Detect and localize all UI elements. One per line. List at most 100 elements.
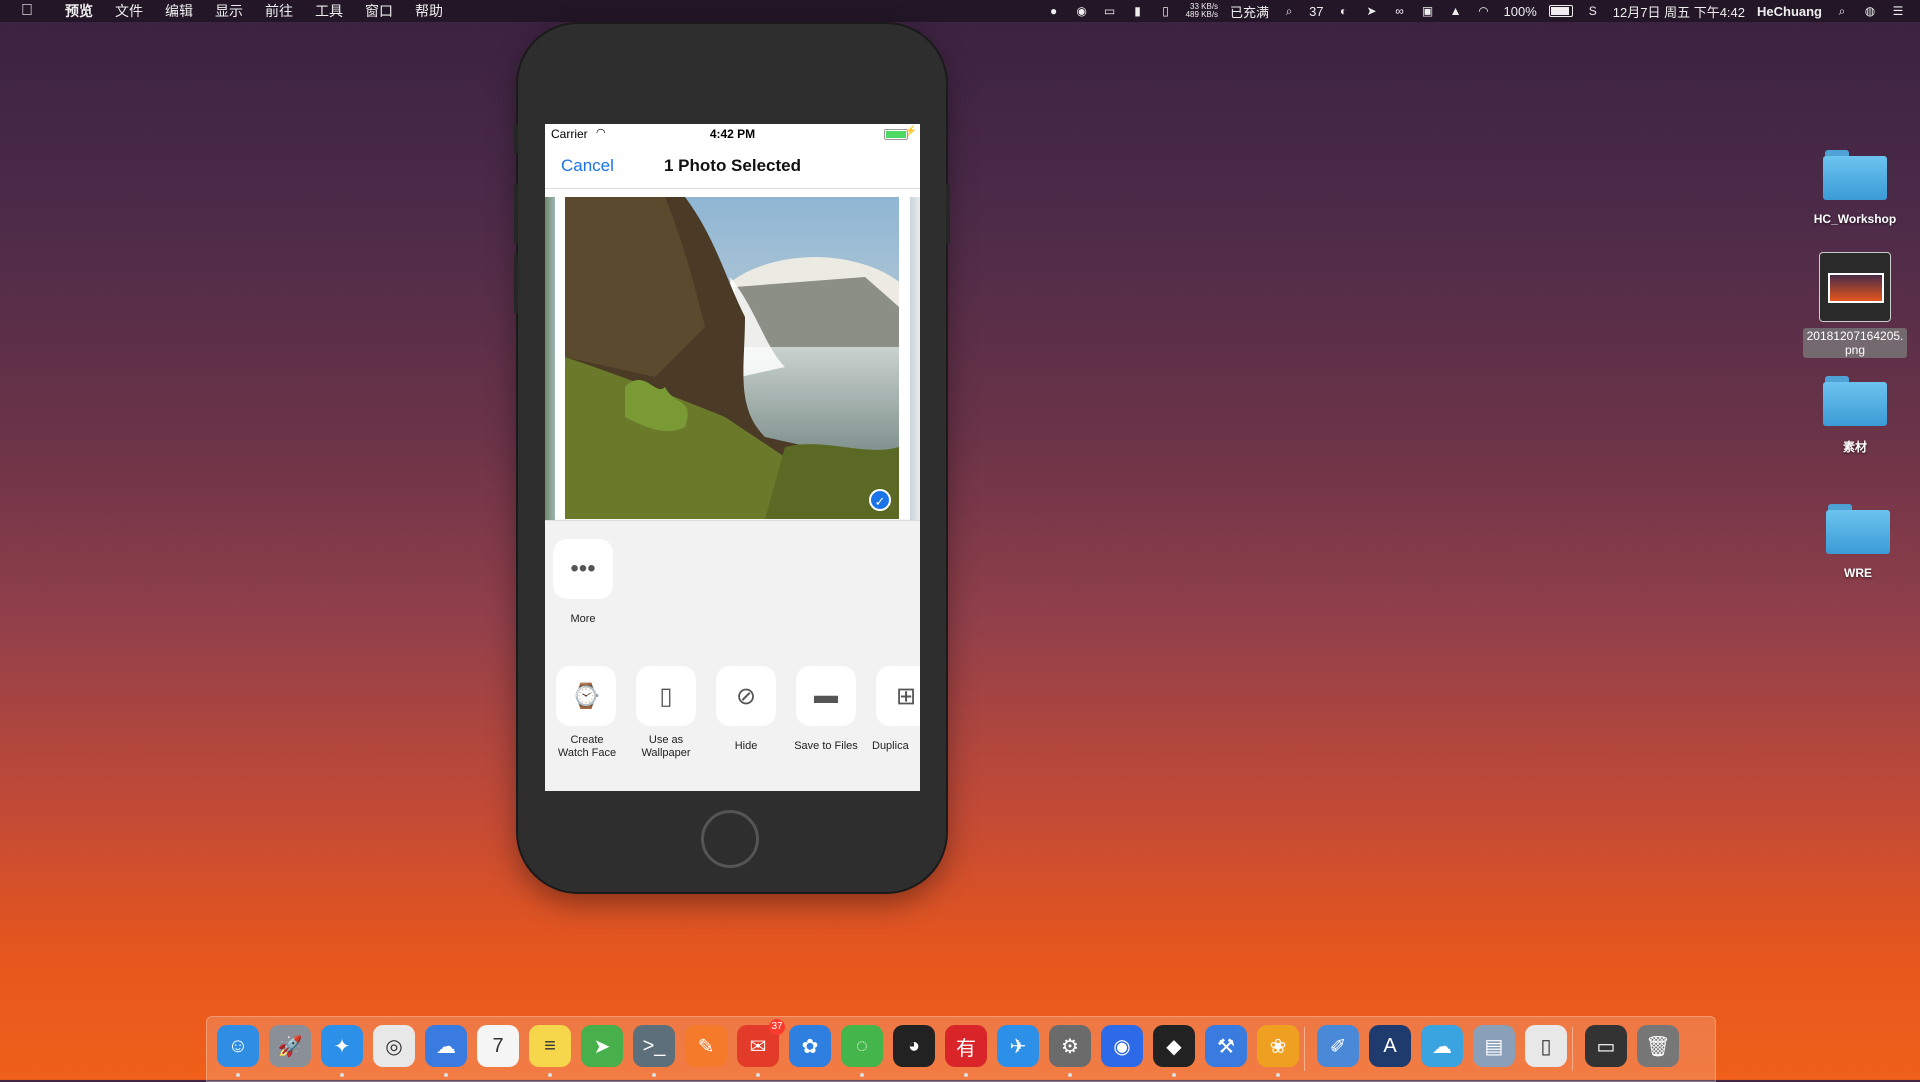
goldfish-icon[interactable]: ❀ <box>1257 1025 1299 1067</box>
menu-view[interactable]: 显示 <box>204 1 254 21</box>
creative-cloud-icon[interactable]: ∞ <box>1392 4 1408 18</box>
mail-app-icon[interactable]: ✉ 37 <box>737 1019 785 1067</box>
calendar-icon[interactable]: 7 <box>477 1025 519 1067</box>
send-icon[interactable]: ➤ <box>1364 4 1380 18</box>
more-icon[interactable]: ••• <box>553 539 613 599</box>
search-tool-icon[interactable]: ⌕ <box>1281 4 1297 18</box>
youdao-icon[interactable]: 有 <box>945 1025 987 1067</box>
menu-tools[interactable]: 工具 <box>304 1 354 21</box>
archive-icon[interactable]: ▯ <box>1525 1025 1567 1067</box>
folder-icon[interactable]: ▬ <box>796 666 856 726</box>
cloud-storage-icon[interactable]: ☁ <box>1421 1025 1463 1067</box>
running-indicator <box>236 1073 240 1077</box>
notification-count[interactable]: 37 <box>1309 4 1323 19</box>
siri-icon[interactable]: ◍ <box>1862 4 1878 18</box>
volume-up-button[interactable] <box>514 184 518 244</box>
cpu-monitor-icon[interactable]: ▭ <box>1102 4 1118 18</box>
mute-switch[interactable] <box>514 124 518 154</box>
disk-monitor-icon[interactable]: ▯ <box>1158 4 1174 18</box>
running-indicator <box>964 1073 968 1077</box>
chrome-icon[interactable]: ◎ <box>373 1025 415 1067</box>
save-to-files-label: Save to Files <box>794 740 858 752</box>
network-speed[interactable]: 33 KB/s 489 KB/s <box>1186 3 1218 19</box>
running-indicator <box>860 1073 864 1077</box>
dock-separator <box>1572 1027 1573 1071</box>
hide-icon[interactable]: ⊘ <box>716 666 776 726</box>
notification-icon[interactable]: ▣ <box>1420 4 1436 18</box>
phone-icon[interactable]: ▯ <box>636 666 696 726</box>
menu-help[interactable]: 帮助 <box>404 1 454 21</box>
safari-icon[interactable]: ✦ <box>321 1025 363 1067</box>
home-button[interactable] <box>701 810 759 868</box>
use-as-wallpaper-label: Use as Wallpaper <box>641 734 691 759</box>
launchpad-icon[interactable]: 🚀 <box>269 1025 311 1067</box>
share-actions-row: ⌚ Create Watch Face ▯ Use as Wallpaper ⊘… <box>545 648 920 791</box>
cloud-app-icon[interactable]: ☁ <box>425 1025 467 1067</box>
figma-icon[interactable]: ◆ <box>1153 1025 1195 1067</box>
share-title: 1 Photo Selected <box>664 156 801 175</box>
trash-icon[interactable]: 🗑 <box>1637 1025 1679 1067</box>
volume-down-button[interactable] <box>514 254 518 314</box>
input-method-icon[interactable]: S <box>1585 4 1601 18</box>
dock-separator <box>1304 1027 1305 1071</box>
desktop-folder-wre[interactable]: WRE <box>1803 504 1913 580</box>
spotlight-icon[interactable]: ⌕ <box>1834 4 1850 18</box>
notification-badge: 37 <box>769 1019 785 1035</box>
system-preferences-icon[interactable]: ⚙ <box>1049 1025 1091 1067</box>
charge-status[interactable]: 已充满 <box>1230 2 1269 21</box>
finder-icon[interactable]: ☺ <box>217 1025 259 1067</box>
battery-percent[interactable]: 100% <box>1504 4 1537 19</box>
running-indicator <box>444 1073 448 1077</box>
selected-checkmark-icon[interactable]: ✓ <box>869 489 891 511</box>
desktop-folder-hc-workshop[interactable]: HC_Workshop <box>1800 150 1910 226</box>
running-indicator <box>340 1073 344 1077</box>
notes-icon[interactable]: ≡ <box>529 1025 571 1067</box>
menu-go[interactable]: 前往 <box>254 1 304 21</box>
xcode-icon[interactable]: ⚒ <box>1205 1025 1247 1067</box>
prev-photo-edge[interactable] <box>545 197 555 522</box>
paper-plane-icon[interactable]: ✈ <box>997 1025 1039 1067</box>
preview-icon[interactable]: ▤ <box>1473 1025 1515 1067</box>
telegram-icon[interactable]: ➤ <box>581 1025 623 1067</box>
screen-icon[interactable]: ▭ <box>1585 1025 1627 1067</box>
watch-icon[interactable]: ⌚ <box>556 666 616 726</box>
desktop-file-screenshot[interactable]: 20181207164205. png <box>1800 252 1910 359</box>
duplicate-icon[interactable]: ⊞ <box>876 666 920 726</box>
user-name[interactable]: HeChuang <box>1757 4 1822 19</box>
notification-center-icon[interactable]: ☰ <box>1890 4 1906 18</box>
wechat-status-icon[interactable]: ● <box>1046 4 1062 18</box>
baidu-icon[interactable]: ✿ <box>789 1025 831 1067</box>
wifi-icon[interactable]: ◠ <box>1476 4 1492 18</box>
menu-edit[interactable]: 编辑 <box>154 1 204 21</box>
menu-preview[interactable]: 预览 <box>54 1 104 21</box>
photo-strip[interactable]: ✓ <box>545 189 920 522</box>
desktop-item-label: WRE <box>1844 566 1872 580</box>
qq-icon[interactable]: ◕ <box>893 1025 935 1067</box>
menu-window[interactable]: 窗口 <box>354 1 404 21</box>
menu-file[interactable]: 文件 <box>104 1 154 21</box>
terminal-icon[interactable]: >_ <box>633 1025 675 1067</box>
location-icon[interactable]: ◉ <box>1101 1025 1143 1067</box>
dock: ☺ 🚀 ✦ ◎ ☁ 7 ≡ ➤ >_ ✎ ✉ 37 ✿ ◌ ◕ 有 ✈ ⚙ ◉ ◆ ⚒ ❀ ✐ A ☁ ▤ ▯ ▭ 🗑 <box>206 1016 1716 1082</box>
running-indicator <box>548 1073 552 1077</box>
airplay-icon[interactable]: ▲ <box>1448 4 1464 18</box>
xcode-beta-icon[interactable]: ✐ <box>1317 1025 1359 1067</box>
desktop-folder-sucai[interactable]: 素材 <box>1800 376 1910 455</box>
memory-monitor-icon[interactable]: ▮ <box>1130 4 1146 18</box>
instruments-icon[interactable]: A <box>1369 1025 1411 1067</box>
battery-icon[interactable] <box>1548 5 1573 17</box>
apple-menu-icon[interactable]:  <box>0 2 54 20</box>
qq-status-icon[interactable]: ◉ <box>1074 4 1090 18</box>
sketch-pen-icon[interactable]: ✎ <box>685 1025 727 1067</box>
folder-icon <box>1826 504 1890 554</box>
share-nav-bar: Cancel 1 Photo Selected <box>545 144 920 189</box>
wechat-icon[interactable]: ◌ <box>841 1025 883 1067</box>
clock[interactable]: 12月7日 周五 下午4:42 <box>1613 2 1745 21</box>
folder-icon <box>1823 150 1887 200</box>
selected-photo[interactable]: ✓ <box>565 197 899 519</box>
power-button[interactable] <box>946 184 950 244</box>
next-photo-edge[interactable] <box>910 197 920 522</box>
dot-app-icon[interactable]: ◐ <box>1336 4 1352 18</box>
desktop-item-label: HC_Workshop <box>1813 212 1897 226</box>
image-thumbnail-icon <box>1819 252 1891 322</box>
